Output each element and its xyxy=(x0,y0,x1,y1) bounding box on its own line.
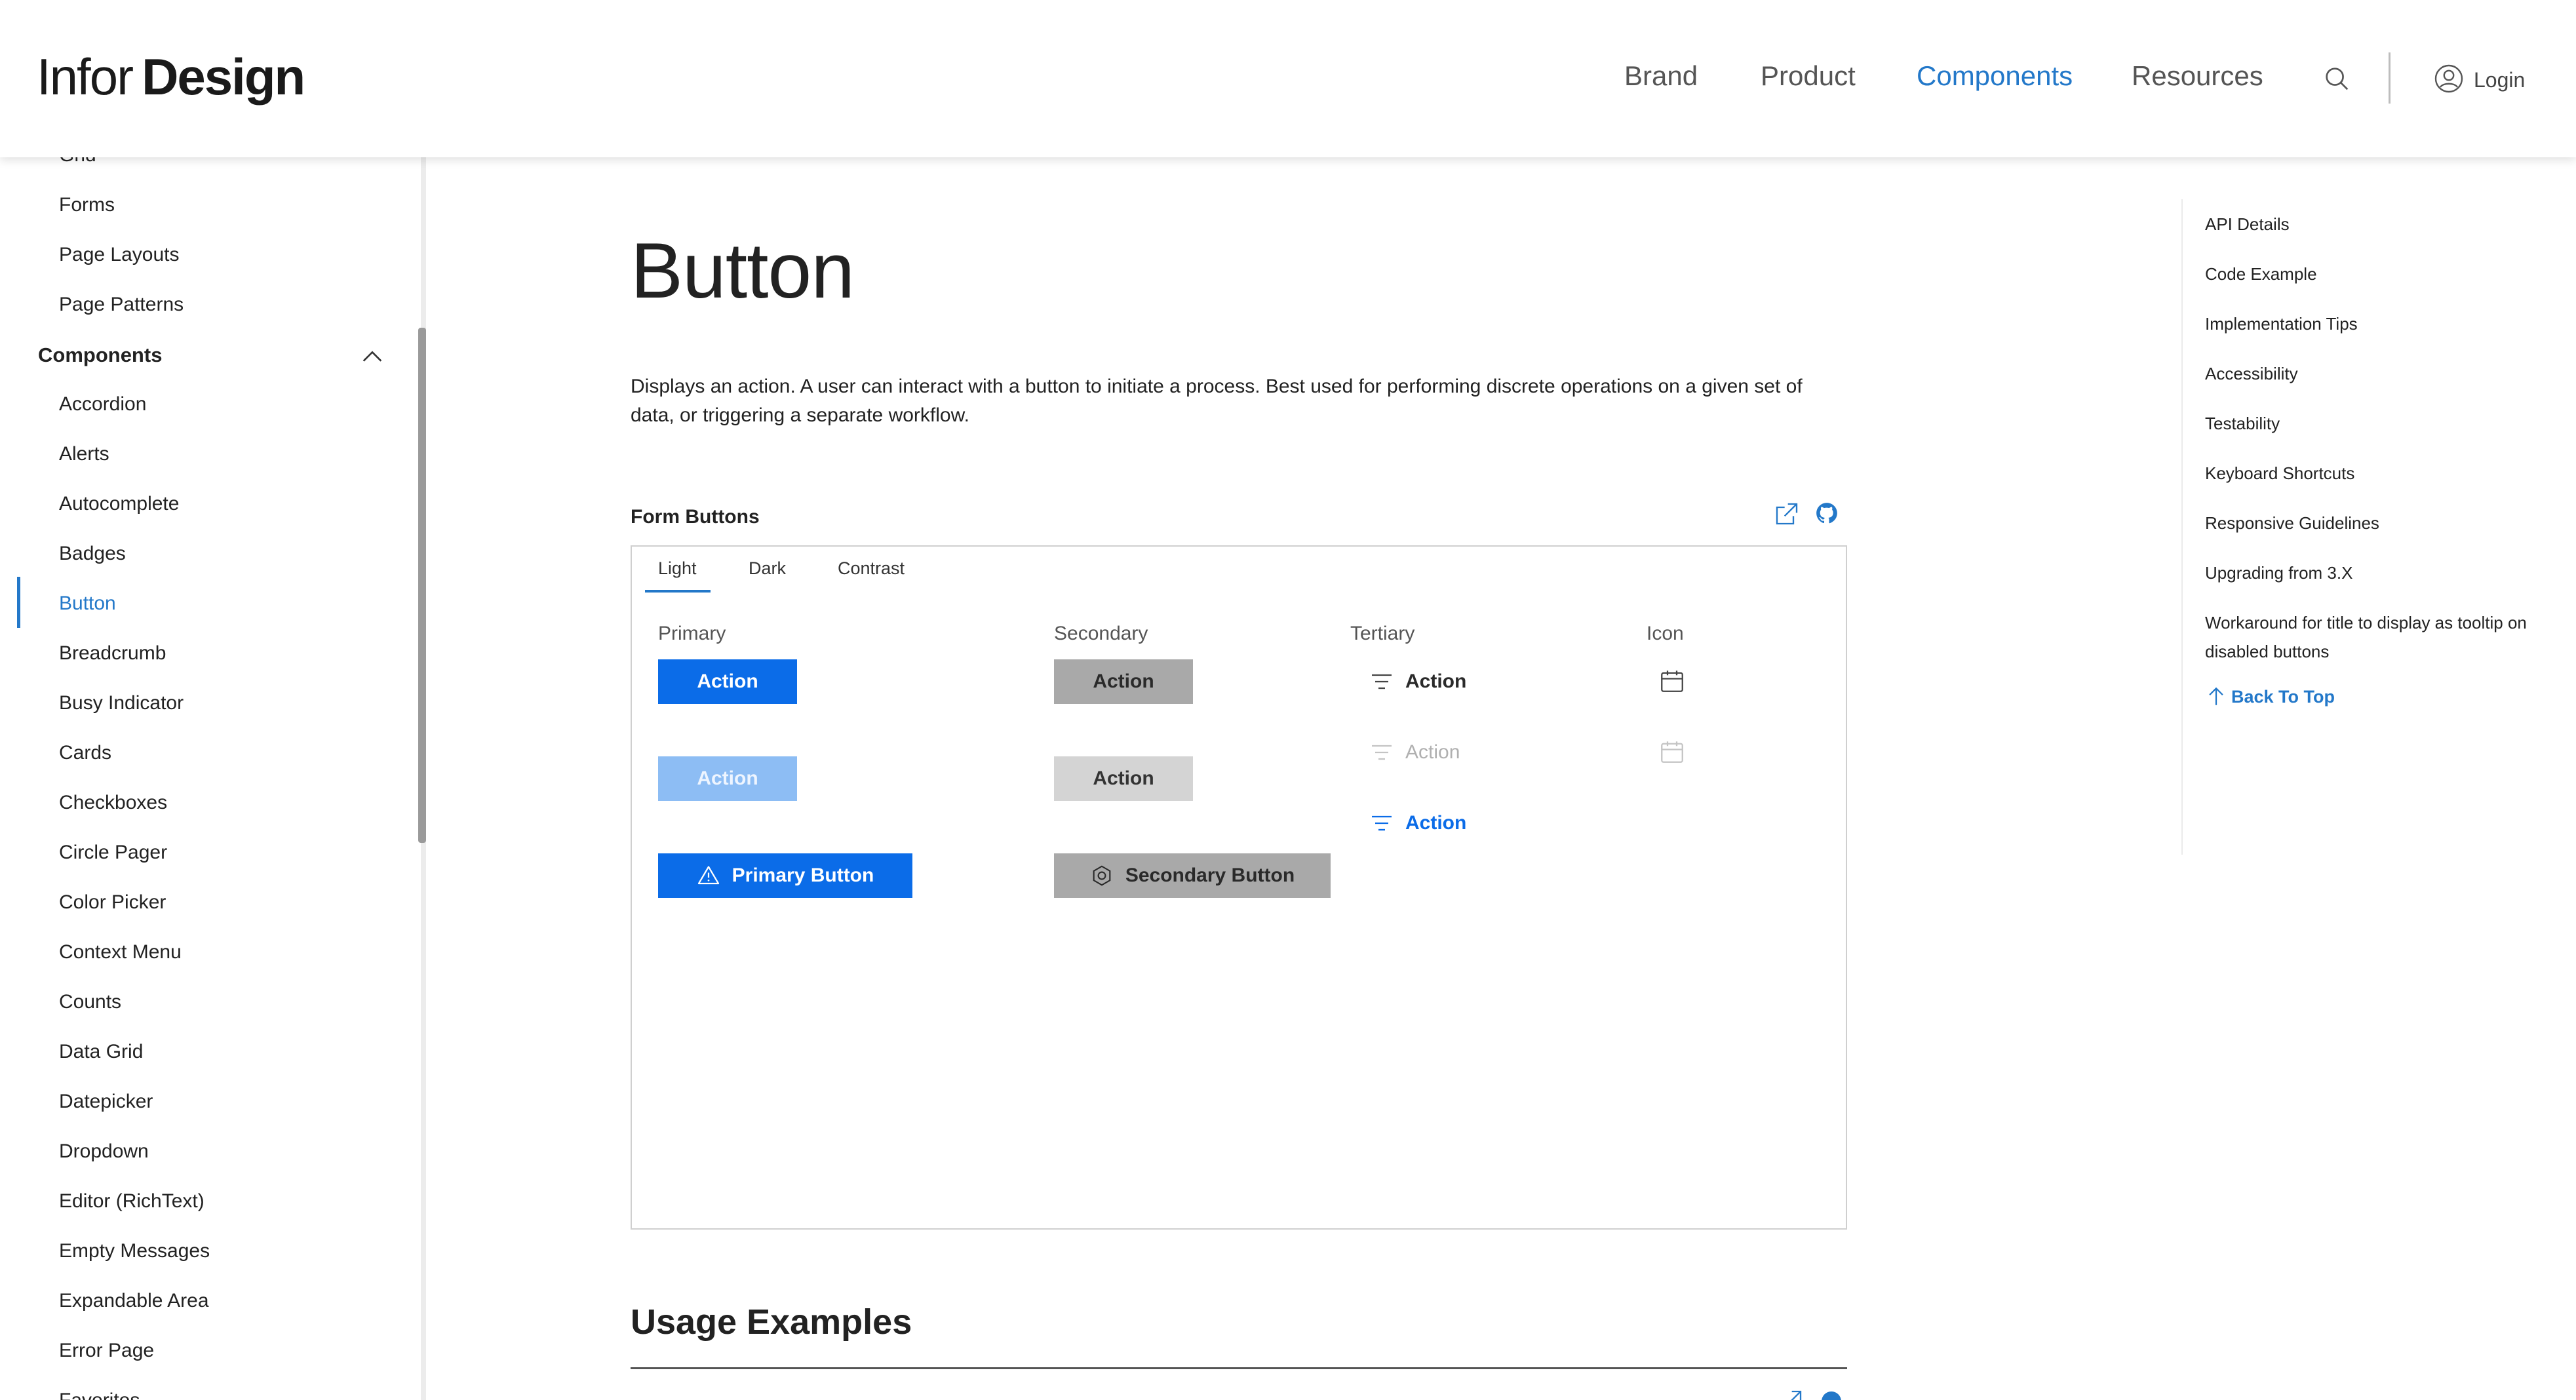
toc-rail xyxy=(2181,199,2183,855)
calendar-icon[interactable] xyxy=(1658,667,1686,695)
infor-design-logo[interactable]: Infor Design xyxy=(37,47,305,107)
sidebar-item-datepicker[interactable]: Datepicker xyxy=(59,1091,153,1113)
sidebar-item-empty-messages[interactable]: Empty Messages xyxy=(59,1240,210,1262)
nav-components[interactable]: Components xyxy=(1917,60,2073,92)
sidebar-item-color-picker[interactable]: Color Picker xyxy=(59,891,166,914)
sidebar-item-editor-richtext[interactable]: Editor (RichText) xyxy=(59,1190,205,1213)
filter-lines-icon xyxy=(1372,815,1392,831)
sidebar-item-checkboxes[interactable]: Checkboxes xyxy=(59,792,167,814)
chevron-up-icon[interactable] xyxy=(359,343,385,370)
sidebar-item-autocomplete[interactable]: Autocomplete xyxy=(59,493,179,515)
logo-part-infor: Infor xyxy=(37,48,134,106)
page-title: Button xyxy=(631,227,855,315)
column-label-secondary: Secondary xyxy=(1054,623,1148,644)
primary-icon-button[interactable]: Primary Button xyxy=(658,853,912,898)
toc-item-responsive-guidelines[interactable]: Responsive Guidelines xyxy=(2205,509,2533,537)
sidebar-item-favorites[interactable]: Favorites xyxy=(59,1390,140,1400)
sidebar-item-data-grid[interactable]: Data Grid xyxy=(59,1041,143,1063)
toc-item-workaround[interactable]: Workaround for title to display as toolt… xyxy=(2205,608,2533,666)
sidebar-section-components[interactable]: Components xyxy=(38,343,162,367)
toc-item-code-example[interactable]: Code Example xyxy=(2205,260,2533,288)
secondary-action-button[interactable]: Action xyxy=(1054,659,1193,704)
secondary-action-button-disabled[interactable]: Action xyxy=(1054,756,1193,801)
sidebar-item-page-layouts[interactable]: Page Layouts xyxy=(59,244,179,266)
alert-triangle-icon xyxy=(697,866,719,885)
external-link-icon[interactable] xyxy=(1774,501,1800,527)
secondary-icon-button[interactable]: Secondary Button xyxy=(1054,853,1331,898)
column-label-tertiary: Tertiary xyxy=(1350,623,1415,644)
tertiary-action-button-active[interactable]: Action xyxy=(1369,810,1466,836)
sidebar-item-button[interactable]: Button xyxy=(59,593,116,615)
tab-light[interactable]: Light xyxy=(658,558,697,579)
nav-resources[interactable]: Resources xyxy=(2132,60,2263,92)
sidebar-scrollbar-thumb[interactable] xyxy=(418,328,426,843)
form-buttons-demo-panel: Light Dark Contrast Primary Secondary Te… xyxy=(631,545,1847,1230)
filter-lines-icon xyxy=(1372,745,1392,760)
sidebar-item-dropdown[interactable]: Dropdown xyxy=(59,1140,149,1163)
tertiary-action-button-disabled[interactable]: Action xyxy=(1369,739,1460,766)
settings-icon xyxy=(1093,865,1111,886)
tertiary-active-label: Action xyxy=(1405,812,1467,834)
sidebar-active-indicator xyxy=(17,577,20,628)
toc-item-keyboard-shortcuts[interactable]: Keyboard Shortcuts xyxy=(2205,459,2533,488)
usage-divider xyxy=(631,1367,1847,1369)
toc-item-upgrading[interactable]: Upgrading from 3.X xyxy=(2205,558,2533,587)
back-to-top-label: Back To Top xyxy=(2231,686,2335,707)
sidebar-item-forms[interactable]: Forms xyxy=(59,194,115,216)
header-divider xyxy=(2389,52,2391,104)
secondary-icon-button-label: Secondary Button xyxy=(1125,865,1295,886)
nav-brand[interactable]: Brand xyxy=(1624,60,1698,92)
sidebar-item-context-menu[interactable]: Context Menu xyxy=(59,941,182,963)
toc-item-testability[interactable]: Testability xyxy=(2205,409,2533,438)
column-label-primary: Primary xyxy=(658,623,726,644)
primary-action-button-disabled[interactable]: Action xyxy=(658,756,797,801)
left-sidebar: Grid Forms Page Layouts Page Patterns Co… xyxy=(0,157,426,1400)
primary-icon-button-label: Primary Button xyxy=(732,865,874,886)
filter-lines-icon xyxy=(1372,674,1392,690)
tertiary-disabled-label: Action xyxy=(1405,741,1460,763)
sidebar-item-circle-pager[interactable]: Circle Pager xyxy=(59,842,167,864)
usage-examples-heading: Usage Examples xyxy=(631,1302,912,1342)
column-label-icon: Icon xyxy=(1647,623,1684,644)
github-icon[interactable] xyxy=(1820,1390,1843,1400)
github-icon[interactable] xyxy=(1814,501,1839,526)
page-description: Displays an action. A user can interact … xyxy=(631,376,1803,426)
logo-part-design: Design xyxy=(142,48,305,106)
back-to-top-link[interactable]: Back To Top xyxy=(2205,686,2335,708)
form-buttons-heading: Form Buttons xyxy=(631,506,760,528)
sidebar-item-busy-indicator[interactable]: Busy Indicator xyxy=(59,692,184,714)
nav-product[interactable]: Product xyxy=(1761,60,1856,92)
toc-item-implementation-tips[interactable]: Implementation Tips xyxy=(2205,309,2533,338)
external-link-icon[interactable] xyxy=(1778,1388,1804,1400)
sidebar-item-error-page[interactable]: Error Page xyxy=(59,1340,154,1362)
user-icon[interactable] xyxy=(2433,63,2465,94)
search-icon[interactable] xyxy=(2322,64,2352,94)
toc-item-accessibility[interactable]: Accessibility xyxy=(2205,359,2533,388)
arrow-up-icon xyxy=(2209,687,2223,705)
sidebar-item-alerts[interactable]: Alerts xyxy=(59,443,109,465)
toc-item-api-details[interactable]: API Details xyxy=(2205,210,2533,239)
sidebar-item-grid[interactable]: Grid xyxy=(59,157,96,166)
tertiary-action-button[interactable]: Action xyxy=(1369,669,1466,695)
tab-dark[interactable]: Dark xyxy=(749,558,786,579)
sidebar-item-cards[interactable]: Cards xyxy=(59,742,111,764)
site-header: Infor Design Brand Product Components Res… xyxy=(0,0,2576,157)
sidebar-item-accordion[interactable]: Accordion xyxy=(59,393,146,416)
sidebar-item-page-patterns[interactable]: Page Patterns xyxy=(59,294,184,316)
active-tab-indicator xyxy=(645,590,711,593)
sidebar-item-counts[interactable]: Counts xyxy=(59,991,121,1013)
sidebar-item-expandable-area[interactable]: Expandable Area xyxy=(59,1290,209,1312)
tab-contrast[interactable]: Contrast xyxy=(838,558,905,579)
primary-action-button[interactable]: Action xyxy=(658,659,797,704)
sidebar-item-badges[interactable]: Badges xyxy=(59,543,126,565)
calendar-icon-disabled[interactable] xyxy=(1658,738,1686,766)
tertiary-action-label: Action xyxy=(1405,671,1467,692)
login-link[interactable]: Login xyxy=(2474,68,2525,92)
sidebar-item-breadcrumb[interactable]: Breadcrumb xyxy=(59,642,166,665)
